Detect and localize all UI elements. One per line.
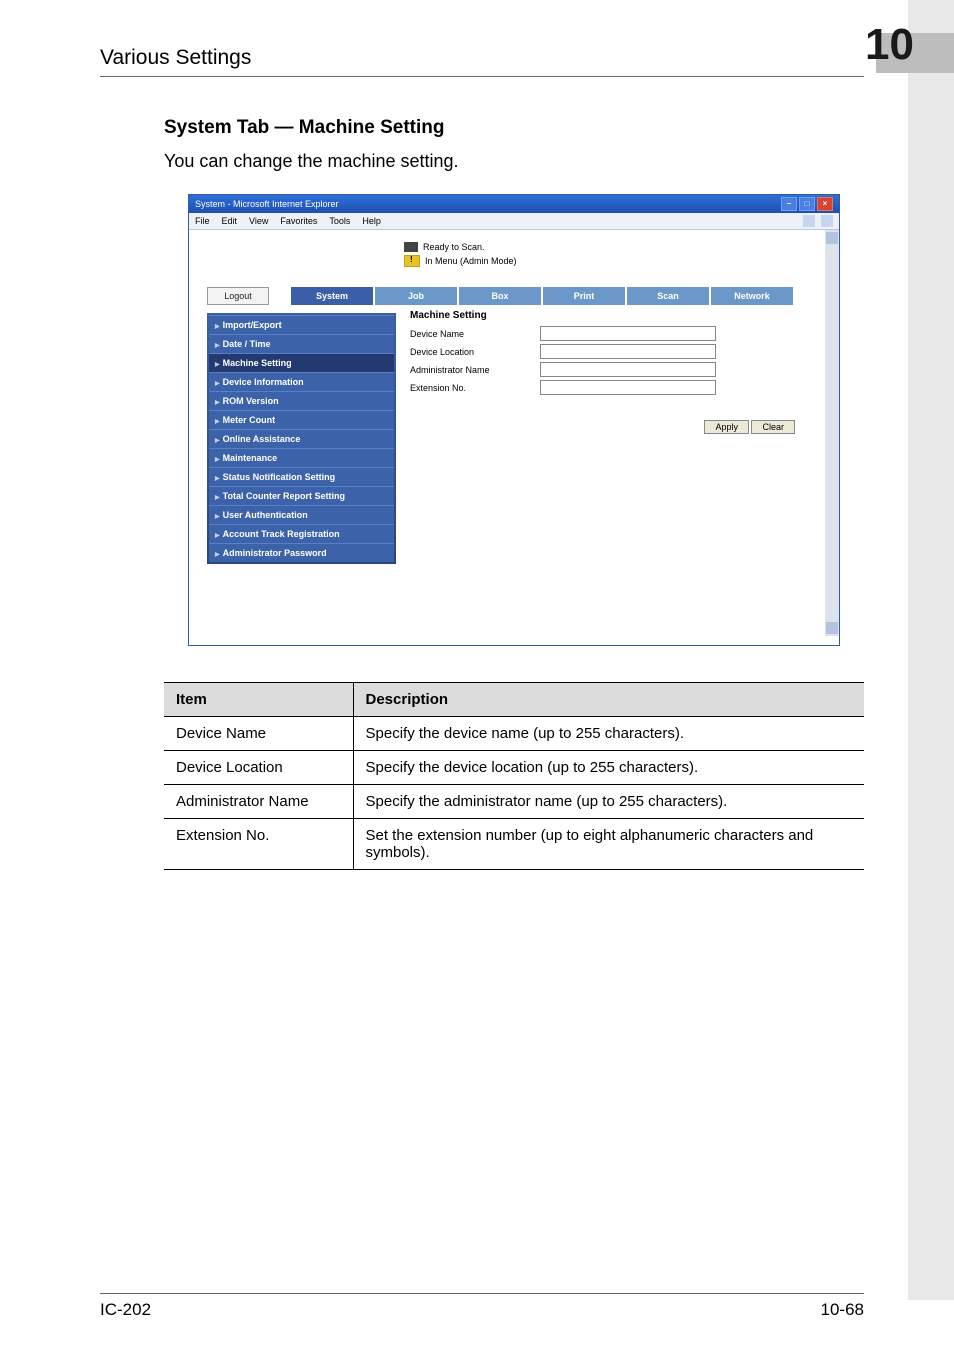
menu-edit[interactable]: Edit — [222, 213, 238, 229]
sidebar-item-date-time[interactable]: Date / Time — [209, 334, 394, 353]
status-area: Ready to Scan. In Menu (Admin Mode) — [404, 242, 839, 267]
warning-icon — [404, 255, 420, 267]
cell-desc: Specify the administrator name (up to 25… — [353, 785, 864, 819]
input-extension-no[interactable] — [540, 380, 716, 395]
label-device-name: Device Name — [410, 329, 540, 339]
cell-item: Administrator Name — [164, 785, 353, 819]
tab-network[interactable]: Network — [711, 287, 793, 305]
sidebar-item-total-counter[interactable]: Total Counter Report Setting — [209, 486, 394, 505]
sidebar-item-status-notif[interactable]: Status Notification Setting — [209, 467, 394, 486]
input-device-name[interactable] — [540, 326, 716, 341]
browser-titlebar: System - Microsoft Internet Explorer – □… — [189, 195, 839, 213]
cell-item: Device Location — [164, 751, 353, 785]
tab-job[interactable]: Job — [375, 287, 457, 305]
sidebar-item-admin-password[interactable]: Administrator Password — [209, 543, 394, 562]
scroll-up-icon[interactable] — [826, 232, 838, 244]
chapter-number: 10 — [865, 20, 914, 70]
footer-left: IC-202 — [100, 1300, 151, 1320]
tab-print[interactable]: Print — [543, 287, 625, 305]
maximize-icon[interactable]: □ — [799, 197, 815, 211]
page-title: Various Settings — [100, 46, 251, 70]
sidebar-item-user-auth[interactable]: User Authentication — [209, 505, 394, 524]
cell-item: Device Name — [164, 717, 353, 751]
section-lead: You can change the machine setting. — [164, 151, 864, 172]
cell-desc: Specify the device location (up to 255 c… — [353, 751, 864, 785]
sidebar-item-import-export[interactable]: Import/Export — [209, 315, 394, 334]
menu-favorites[interactable]: Favorites — [280, 213, 317, 229]
description-table: Item Description Device Name Specify the… — [164, 682, 864, 870]
form-area: Machine Setting Device Name Device Locat… — [396, 305, 839, 564]
sidebar-item-meter-count[interactable]: Meter Count — [209, 410, 394, 429]
status-admin: In Menu (Admin Mode) — [425, 256, 517, 266]
sidebar-item-machine-setting[interactable]: Machine Setting — [209, 353, 394, 372]
page-footer: IC-202 10-68 — [100, 1293, 864, 1320]
logout-button[interactable]: Logout — [207, 287, 269, 305]
top-tabs: Logout System Job Box Print Scan Network — [199, 287, 839, 305]
cell-item: Extension No. — [164, 819, 353, 870]
table-row: Device Location Specify the device locat… — [164, 751, 864, 785]
table-header-item: Item — [164, 683, 353, 717]
sidebar-item-maintenance[interactable]: Maintenance — [209, 448, 394, 467]
menu-help[interactable]: Help — [362, 213, 381, 229]
sidebar: Import/Export Date / Time Machine Settin… — [207, 313, 396, 564]
table-row: Administrator Name Specify the administr… — [164, 785, 864, 819]
input-device-location[interactable] — [540, 344, 716, 359]
status-ready: Ready to Scan. — [423, 242, 485, 252]
sidebar-item-rom-version[interactable]: ROM Version — [209, 391, 394, 410]
label-extension-no: Extension No. — [410, 383, 540, 393]
table-row: Extension No. Set the extension number (… — [164, 819, 864, 870]
sidebar-item-acct-track[interactable]: Account Track Registration — [209, 524, 394, 543]
menu-tools[interactable]: Tools — [329, 213, 350, 229]
close-icon[interactable]: × — [817, 197, 833, 211]
cell-desc: Set the extension number (up to eight al… — [353, 819, 864, 870]
browser-window: System - Microsoft Internet Explorer – □… — [188, 194, 840, 646]
cell-desc: Specify the device name (up to 255 chara… — [353, 717, 864, 751]
clear-button[interactable]: Clear — [751, 420, 795, 434]
tab-scan[interactable]: Scan — [627, 287, 709, 305]
chapter-tab — [908, 0, 954, 1300]
label-device-location: Device Location — [410, 347, 540, 357]
apply-button[interactable]: Apply — [704, 420, 749, 434]
section-heading: System Tab — Machine Setting — [164, 117, 864, 139]
menu-file[interactable]: File — [195, 213, 210, 229]
scroll-down-icon[interactable] — [826, 622, 838, 634]
scrollbar[interactable] — [825, 230, 839, 636]
tab-system[interactable]: System — [291, 287, 373, 305]
sidebar-item-device-info[interactable]: Device Information — [209, 372, 394, 391]
windows-flag-icon — [821, 215, 833, 227]
browser-menu-bar: File Edit View Favorites Tools Help — [189, 213, 839, 230]
table-row: Device Name Specify the device name (up … — [164, 717, 864, 751]
printer-icon — [404, 242, 418, 252]
input-admin-name[interactable] — [540, 362, 716, 377]
form-title: Machine Setting — [410, 310, 825, 321]
minimize-icon[interactable]: – — [781, 197, 797, 211]
menu-view[interactable]: View — [249, 213, 268, 229]
label-admin-name: Administrator Name — [410, 365, 540, 375]
footer-right: 10-68 — [821, 1300, 864, 1320]
toolbar-icon[interactable] — [803, 215, 815, 227]
sidebar-item-online-assist[interactable]: Online Assistance — [209, 429, 394, 448]
tab-box[interactable]: Box — [459, 287, 541, 305]
browser-title: System - Microsoft Internet Explorer — [195, 195, 339, 213]
table-header-desc: Description — [353, 683, 864, 717]
